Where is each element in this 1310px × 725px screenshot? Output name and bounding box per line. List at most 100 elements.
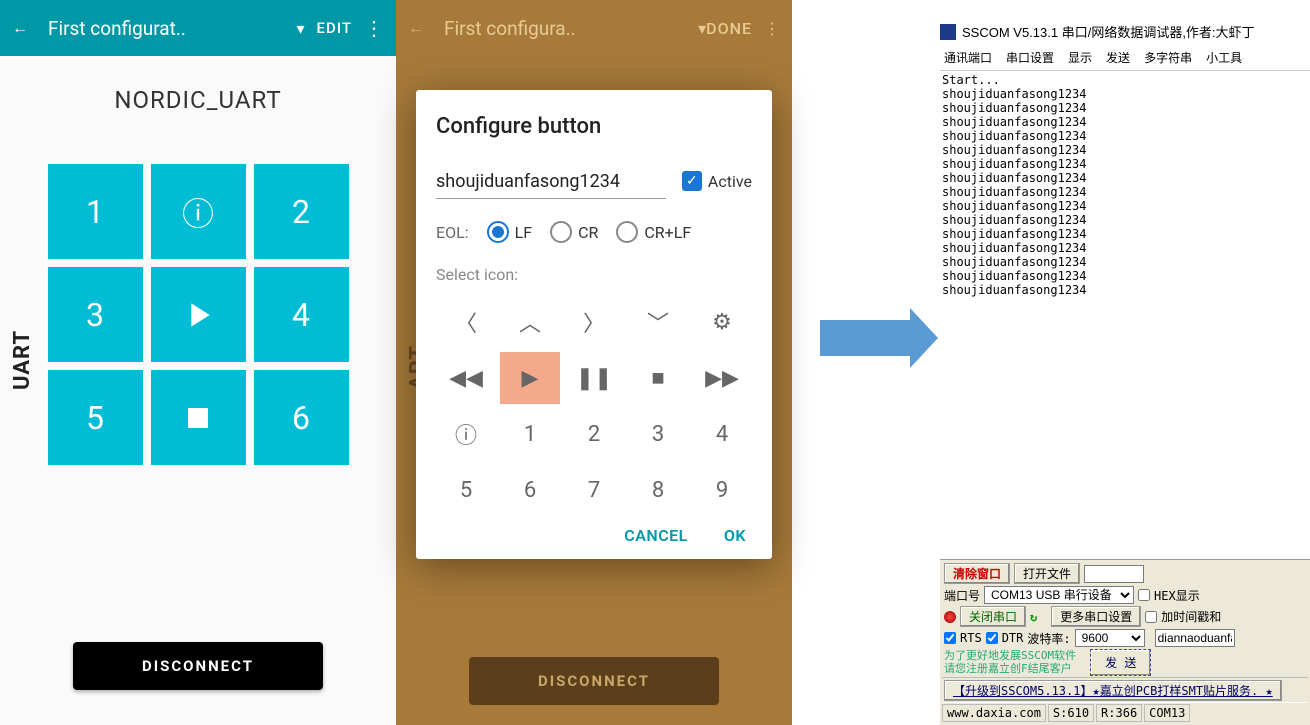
icon-opt-stop[interactable]: ■ — [628, 352, 688, 404]
icon-opt-6[interactable]: 6 — [500, 464, 560, 516]
icon-opt-5[interactable]: 5 — [436, 464, 496, 516]
icon-opt-8[interactable]: 8 — [628, 464, 688, 516]
dialog-title: Configure button — [436, 114, 752, 139]
disconnect-button-dim: DISCONNECT — [469, 657, 719, 705]
icon-opt-9[interactable]: 9 — [692, 464, 752, 516]
window-title: SSCOM V5.13.1 串口/网络数据调试器,作者:大虾丁 — [962, 22, 1255, 41]
icon-opt-left[interactable]: 〈 — [436, 296, 496, 348]
command-text-input[interactable]: shoujiduanfasong1234 — [436, 167, 666, 199]
menu-settings[interactable]: 串口设置 — [1006, 49, 1054, 66]
disconnect-button[interactable]: DISCONNECT — [73, 642, 323, 690]
macro-button-stop[interactable] — [151, 370, 246, 465]
macro-button-grid: 1 ⓘ 2 3 4 5 6 — [0, 164, 396, 465]
icon-opt-up[interactable]: ︿ — [500, 296, 560, 348]
port-select[interactable]: COM13 USB 串行设备 — [984, 586, 1134, 604]
macro-button-3[interactable]: 3 — [48, 267, 143, 362]
upgrade-link[interactable]: 【升级到SSCOM5.13.1】★嘉立创PCB打样SMT贴片服务. ★ — [944, 680, 1282, 701]
status-recv: R:366 — [1096, 704, 1142, 722]
icon-picker-grid: 〈 ︿ 〉 ﹀ ⚙ ◀◀ ▶ ❚❚ ■ ▶▶ ⓘ 1 2 3 4 5 6 7 8… — [436, 296, 752, 516]
select-icon-label: Select icon: — [436, 265, 752, 284]
menubar: 通讯端口 串口设置 显示 发送 多字符串 小工具 — [940, 45, 1310, 71]
menu-multistring[interactable]: 多字符串 — [1144, 49, 1192, 66]
status-url: www.daxia.com — [942, 704, 1046, 722]
status-bar: www.daxia.com S:610 R:366 COM13 — [942, 702, 1308, 723]
menu-send[interactable]: 发送 — [1106, 49, 1130, 66]
phone-panel-left: ← First configurat.. ▾ EDIT ⋮ NORDIC_UAR… — [0, 0, 396, 725]
appbar: ← First configurat.. ▾ EDIT ⋮ — [0, 0, 396, 56]
eol-radio-lf[interactable]: LF — [487, 221, 532, 243]
status-sent: S:610 — [1048, 704, 1094, 722]
icon-opt-forward[interactable]: ▶▶ — [692, 352, 752, 404]
active-checkbox[interactable]: ✓ — [682, 171, 702, 191]
eol-radio-crlf[interactable]: CR+LF — [616, 221, 691, 243]
dtr-label: DTR — [1002, 631, 1024, 645]
macro-button-6[interactable]: 6 — [254, 370, 349, 465]
dtr-checkbox[interactable] — [986, 632, 998, 644]
rts-label: RTS — [960, 631, 982, 645]
icon-opt-info[interactable]: ⓘ — [436, 408, 496, 460]
dropdown-icon[interactable]: ▾ — [297, 19, 305, 38]
icon-opt-3[interactable]: 3 — [628, 408, 688, 460]
config-dropdown[interactable]: First configurat.. — [48, 17, 285, 40]
overflow-menu-icon[interactable]: ⋮ — [364, 16, 384, 40]
appbar-dim: ← First configura.. ▾ DONE ⋮ — [396, 0, 792, 56]
menu-port[interactable]: 通讯端口 — [944, 49, 992, 66]
macro-button-2[interactable]: 2 — [254, 164, 349, 259]
hex-display-label: HEX显示 — [1154, 587, 1200, 604]
timestamp-checkbox[interactable] — [1145, 611, 1157, 623]
app-icon — [940, 24, 956, 40]
clear-window-button[interactable]: 清除窗口 — [944, 563, 1010, 584]
back-icon[interactable]: ← — [12, 18, 28, 38]
sscom-window: SSCOM V5.13.1 串口/网络数据调试器,作者:大虾丁 通讯端口 串口设… — [940, 20, 1310, 725]
config-dropdown-dim: First configura.. — [444, 17, 698, 40]
port-status-icon — [944, 611, 956, 623]
active-label: Active — [708, 172, 752, 191]
macro-button-1[interactable]: 1 — [48, 164, 143, 259]
done-button: DONE — [706, 19, 752, 38]
icon-opt-4[interactable]: 4 — [692, 408, 752, 460]
icon-opt-rewind[interactable]: ◀◀ — [436, 352, 496, 404]
icon-opt-down[interactable]: ﹀ — [628, 296, 688, 348]
more-settings-button[interactable]: 更多串口设置 — [1051, 606, 1141, 627]
side-label-uart: UART — [10, 330, 35, 390]
refresh-icon[interactable]: ↻ — [1030, 610, 1037, 624]
baud-label: 波特率: — [1027, 630, 1070, 647]
macro-button-info[interactable]: ⓘ — [151, 164, 246, 259]
macro-button-play[interactable] — [151, 267, 246, 362]
tip-line-1: 为了更好地发展SSCOM软件 — [944, 649, 1076, 662]
timestamp-label: 加时间戳和 — [1161, 608, 1221, 625]
cancel-button[interactable]: CANCEL — [624, 526, 688, 545]
macro-button-4[interactable]: 4 — [254, 267, 349, 362]
receive-log[interactable]: Start... shoujiduanfasong1234 shoujiduan… — [940, 71, 1310, 511]
file-path-input[interactable] — [1084, 565, 1144, 583]
eol-radio-cr[interactable]: CR — [550, 221, 598, 243]
edit-button[interactable]: EDIT — [317, 19, 352, 37]
icon-opt-play[interactable]: ▶ — [500, 352, 560, 404]
send-button[interactable]: 发 送 — [1090, 649, 1151, 676]
macro-button-5[interactable]: 5 — [48, 370, 143, 465]
device-title: NORDIC_UART — [0, 56, 396, 164]
open-file-button[interactable]: 打开文件 — [1014, 563, 1080, 584]
icon-opt-2[interactable]: 2 — [564, 408, 624, 460]
dropdown-icon: ▾ — [698, 19, 706, 38]
send-text-input[interactable] — [1155, 629, 1235, 647]
icon-opt-right[interactable]: 〉 — [564, 296, 624, 348]
menu-display[interactable]: 显示 — [1068, 49, 1092, 66]
baud-select[interactable]: 9600 — [1075, 629, 1145, 647]
icon-opt-1[interactable]: 1 — [500, 408, 560, 460]
ok-button[interactable]: OK — [724, 526, 746, 545]
configure-button-dialog: Configure button shoujiduanfasong1234 ✓ … — [416, 90, 772, 559]
menu-tools[interactable]: 小工具 — [1206, 49, 1242, 66]
eol-label: EOL: — [436, 223, 469, 242]
icon-opt-gear[interactable]: ⚙ — [692, 296, 752, 348]
overflow-menu-icon: ⋮ — [764, 19, 780, 38]
window-titlebar: SSCOM V5.13.1 串口/网络数据调试器,作者:大虾丁 — [940, 20, 1310, 45]
control-panel: 清除窗口 打开文件 端口号 COM13 USB 串行设备 HEX显示 关闭串口 … — [940, 559, 1310, 725]
rts-checkbox[interactable] — [944, 632, 956, 644]
tip-line-2: 请您注册嘉立创F结尾客户 — [944, 662, 1076, 675]
hex-display-checkbox[interactable] — [1138, 589, 1150, 601]
port-label: 端口号 — [944, 587, 980, 604]
icon-opt-pause[interactable]: ❚❚ — [564, 352, 624, 404]
close-port-button[interactable]: 关闭串口 — [960, 606, 1026, 627]
icon-opt-7[interactable]: 7 — [564, 464, 624, 516]
